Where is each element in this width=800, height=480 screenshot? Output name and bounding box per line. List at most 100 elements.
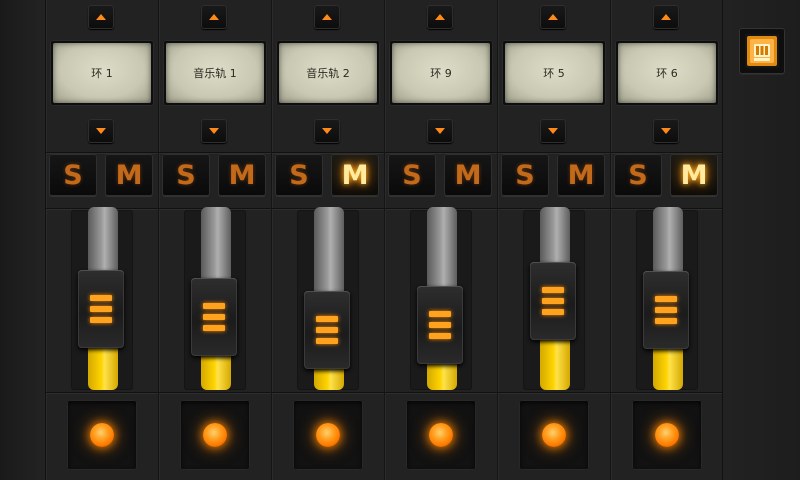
divider (272, 152, 384, 153)
arrow-up-icon (435, 14, 445, 20)
mute-button[interactable]: M (670, 154, 718, 196)
grip-line (90, 317, 112, 323)
arrow-up-icon (548, 14, 558, 20)
track-name: 环 5 (505, 43, 603, 103)
menu-button[interactable] (739, 28, 785, 74)
fader-rail-upper (314, 207, 344, 298)
knob-well (519, 400, 589, 470)
arrow-down-icon (435, 128, 445, 134)
left-margin (0, 0, 46, 480)
track-name: 环 6 (618, 43, 716, 103)
grip-line (655, 307, 677, 313)
channel-strip: 环 9 SM (385, 0, 498, 480)
divider (385, 392, 497, 393)
level-fill (653, 345, 683, 390)
scroll-up-button[interactable] (427, 5, 453, 29)
track-name-display[interactable]: 环 6 (615, 40, 719, 106)
arrow-down-icon (96, 128, 106, 134)
track-name-display[interactable]: 音乐轨 1 (163, 40, 267, 106)
arrow-down-icon (548, 128, 558, 134)
solo-button[interactable]: S (49, 154, 97, 196)
scroll-down-button[interactable] (427, 119, 453, 143)
channel-knob[interactable] (542, 423, 566, 447)
track-name: 音乐轨 2 (279, 43, 377, 103)
solo-button[interactable]: S (614, 154, 662, 196)
fader-handle[interactable] (643, 271, 689, 349)
knob-well (67, 400, 137, 470)
channel-strip: 环 6 SM (611, 0, 724, 480)
scroll-down-button[interactable] (88, 119, 114, 143)
arrow-down-icon (209, 128, 219, 134)
arrow-up-icon (322, 14, 332, 20)
fader[interactable] (159, 207, 271, 392)
grip-line (429, 322, 451, 328)
track-name-display[interactable]: 音乐轨 2 (276, 40, 380, 106)
knob-well (632, 400, 702, 470)
track-name-display[interactable]: 环 9 (389, 40, 493, 106)
grip-line (429, 333, 451, 339)
arrow-up-icon (661, 14, 671, 20)
track-name-display[interactable]: 环 5 (502, 40, 606, 106)
channel-knob[interactable] (203, 423, 227, 447)
scroll-down-button[interactable] (540, 119, 566, 143)
divider (611, 152, 723, 153)
solo-button[interactable]: S (388, 154, 436, 196)
grip-line (542, 287, 564, 293)
level-fill (88, 344, 118, 390)
scroll-up-button[interactable] (653, 5, 679, 29)
channel-knob[interactable] (655, 423, 679, 447)
grip-line (655, 318, 677, 324)
channel-knob[interactable] (316, 423, 340, 447)
divider (46, 152, 158, 153)
level-fill (427, 360, 457, 390)
scroll-down-button[interactable] (314, 119, 340, 143)
grip-line (203, 314, 225, 320)
knob-well (180, 400, 250, 470)
fader[interactable] (498, 207, 610, 392)
channel-strip: 音乐轨 2 SM (272, 0, 385, 480)
fader[interactable] (46, 207, 158, 392)
grip-line (203, 325, 225, 331)
scroll-down-button[interactable] (201, 119, 227, 143)
fader-handle[interactable] (78, 270, 124, 348)
fader[interactable] (611, 207, 723, 392)
mixer-menu-icon (745, 34, 779, 68)
scroll-up-button[interactable] (201, 5, 227, 29)
fader-handle[interactable] (304, 291, 350, 369)
fader-handle[interactable] (530, 262, 576, 340)
fader-rail-upper (201, 207, 231, 285)
divider (159, 152, 271, 153)
grip-line (90, 306, 112, 312)
channel-knob[interactable] (90, 423, 114, 447)
fader[interactable] (272, 207, 384, 392)
mute-button[interactable]: M (331, 154, 379, 196)
channel-knob[interactable] (429, 423, 453, 447)
grip-line (90, 295, 112, 301)
grip-line (316, 327, 338, 333)
mute-button[interactable]: M (105, 154, 153, 196)
fader-rail-upper (427, 207, 457, 293)
grip-line (316, 338, 338, 344)
solo-button[interactable]: S (501, 154, 549, 196)
knob-well (406, 400, 476, 470)
fader-handle[interactable] (191, 278, 237, 356)
knob-well (293, 400, 363, 470)
fader-handle[interactable] (417, 286, 463, 364)
arrow-up-icon (209, 14, 219, 20)
fader-rail-upper (88, 207, 118, 277)
scroll-up-button[interactable] (314, 5, 340, 29)
divider (611, 392, 723, 393)
grip-line (429, 311, 451, 317)
scroll-up-button[interactable] (88, 5, 114, 29)
mute-button[interactable]: M (557, 154, 605, 196)
fader[interactable] (385, 207, 497, 392)
level-fill (201, 352, 231, 390)
track-name-display[interactable]: 环 1 (50, 40, 154, 106)
mute-button[interactable]: M (444, 154, 492, 196)
arrow-down-icon (661, 128, 671, 134)
solo-button[interactable]: S (275, 154, 323, 196)
solo-button[interactable]: S (162, 154, 210, 196)
scroll-up-button[interactable] (540, 5, 566, 29)
mute-button[interactable]: M (218, 154, 266, 196)
scroll-down-button[interactable] (653, 119, 679, 143)
